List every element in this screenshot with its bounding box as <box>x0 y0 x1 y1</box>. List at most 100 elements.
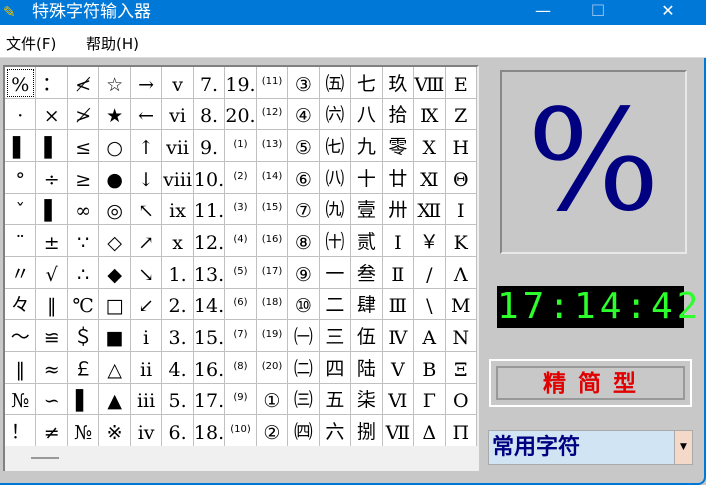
char-cell[interactable]: 17. <box>193 383 226 416</box>
char-cell[interactable]: Ⅴ <box>382 351 415 384</box>
char-cell[interactable]: (2) <box>225 161 257 194</box>
char-cell[interactable]: Ξ <box>445 351 477 384</box>
category-dropdown[interactable]: 常用字符 ▼ <box>488 430 693 465</box>
char-cell[interactable]: √ <box>36 256 68 289</box>
char-cell[interactable]: Ⅸ <box>414 98 446 131</box>
char-cell[interactable]: ii <box>130 351 163 384</box>
char-cell[interactable]: 4. <box>162 351 194 384</box>
char-cell[interactable]: Ⅱ <box>382 256 415 289</box>
char-cell[interactable]: \ <box>414 288 446 321</box>
char-cell[interactable]: Η <box>445 130 477 162</box>
minimize-button[interactable]: — <box>520 0 566 25</box>
char-cell[interactable]: Ⅷ <box>414 67 446 99</box>
char-cell[interactable]: ∵ <box>67 225 100 257</box>
char-cell[interactable]: № <box>5 383 37 416</box>
char-cell[interactable]: Θ <box>445 161 477 194</box>
char-cell[interactable]: 七 <box>351 67 383 99</box>
char-cell[interactable]: (3) <box>225 193 257 226</box>
char-cell[interactable]: 四 <box>319 351 352 384</box>
char-cell[interactable]: v <box>162 67 194 99</box>
char-cell[interactable]: Ι <box>445 193 477 226</box>
char-cell[interactable]: ～ <box>5 320 37 352</box>
char-cell[interactable]: ※ <box>99 415 131 447</box>
char-cell[interactable]: № <box>67 415 100 447</box>
char-cell[interactable]: ⑥ <box>288 161 320 194</box>
char-cell[interactable]: 6. <box>162 415 194 447</box>
char-cell[interactable]: Μ <box>445 288 477 321</box>
char-cell[interactable]: Π <box>445 415 477 447</box>
char-cell[interactable]: 一 <box>319 256 352 289</box>
maximize-button[interactable]: ☐ <box>575 0 621 25</box>
horizontal-scrollbar[interactable] <box>3 446 479 471</box>
char-cell[interactable]: 贰 <box>351 225 383 257</box>
char-cell[interactable]: Α <box>414 320 446 352</box>
char-cell[interactable]: ⑨ <box>288 256 320 289</box>
char-cell[interactable]: (10) <box>225 415 257 447</box>
char-cell[interactable]: 卅 <box>382 193 415 226</box>
char-cell[interactable]: Ⅰ <box>382 225 415 257</box>
char-cell[interactable]: 十 <box>351 161 383 194</box>
char-cell[interactable]: 九 <box>351 130 383 162</box>
char-cell[interactable]: ㈨ <box>319 193 352 226</box>
char-cell[interactable]: (5) <box>225 256 257 289</box>
char-cell[interactable]: ≥ <box>67 161 100 194</box>
char-cell[interactable]: Β <box>414 351 446 384</box>
char-cell[interactable]: Ε <box>445 67 477 99</box>
char-cell[interactable]: 二 <box>319 288 352 321</box>
char-cell[interactable]: 16. <box>193 351 226 384</box>
char-cell[interactable]: % <box>5 67 37 99</box>
char-cell[interactable]: ▌ <box>36 193 68 226</box>
char-cell[interactable]: 拾 <box>382 98 415 131</box>
char-cell[interactable]: ④ <box>288 98 320 131</box>
char-cell[interactable]: ◆ <box>99 256 131 289</box>
char-cell[interactable]: Δ <box>414 415 446 447</box>
char-cell[interactable]: (12) <box>256 98 289 131</box>
char-cell[interactable]: (11) <box>256 67 289 99</box>
char-cell[interactable]: ⑦ <box>288 193 320 226</box>
char-cell[interactable]: 八 <box>351 98 383 131</box>
char-cell[interactable]: ≤ <box>67 130 100 162</box>
char-cell[interactable]: (8) <box>225 351 257 384</box>
char-cell[interactable]: Ⅵ <box>382 383 415 416</box>
char-cell[interactable]: (16) <box>256 225 289 257</box>
char-cell[interactable]: ↘ <box>130 256 163 289</box>
char-cell[interactable]: 3. <box>162 320 194 352</box>
char-cell[interactable]: ≮ <box>67 67 100 99</box>
char-cell[interactable]: Γ <box>414 383 446 416</box>
char-cell[interactable]: Ν <box>445 320 477 352</box>
char-cell[interactable]: ∞ <box>67 193 100 226</box>
char-cell[interactable]: ▌ <box>5 130 37 162</box>
char-cell[interactable]: ★ <box>99 98 131 131</box>
char-cell[interactable]: ▲ <box>99 383 131 416</box>
char-cell[interactable]: i <box>130 320 163 352</box>
char-cell[interactable]: (15) <box>256 193 289 226</box>
char-cell[interactable]: iv <box>130 415 163 447</box>
char-cell[interactable]: ☆ <box>99 67 131 99</box>
char-cell[interactable]: ˇ <box>5 193 37 226</box>
char-cell[interactable]: 零 <box>382 130 415 162</box>
char-cell[interactable]: (19) <box>256 320 289 352</box>
char-cell[interactable]: (20) <box>256 351 289 384</box>
char-cell[interactable]: ↑ <box>130 130 163 162</box>
char-cell[interactable]: ∽ <box>36 383 68 416</box>
mode-button[interactable]: 精 简 型 <box>489 359 692 407</box>
char-cell[interactable]: × <box>36 98 68 131</box>
char-cell[interactable]: 12. <box>193 225 226 257</box>
char-cell[interactable]: ： <box>36 67 68 99</box>
char-cell[interactable]: ÷ <box>36 161 68 194</box>
char-cell[interactable]: ± <box>36 225 68 257</box>
chevron-down-icon[interactable]: ▼ <box>674 431 692 464</box>
char-cell[interactable]: ∴ <box>67 256 100 289</box>
char-cell[interactable]: (9) <box>225 383 257 416</box>
char-cell[interactable]: 1. <box>162 256 194 289</box>
char-cell[interactable]: 柒 <box>351 383 383 416</box>
char-cell[interactable]: 五 <box>319 383 352 416</box>
char-cell[interactable]: Ⅹ <box>414 130 446 162</box>
char-cell[interactable]: ‖ <box>5 351 37 384</box>
char-cell[interactable]: ㈧ <box>319 161 352 194</box>
char-cell[interactable]: Ο <box>445 383 477 416</box>
scrollbar-thumb[interactable] <box>31 457 59 459</box>
char-cell[interactable]: → <box>130 67 163 99</box>
char-cell[interactable]: ㈣ <box>288 415 320 447</box>
char-cell[interactable]: ㈩ <box>319 225 352 257</box>
